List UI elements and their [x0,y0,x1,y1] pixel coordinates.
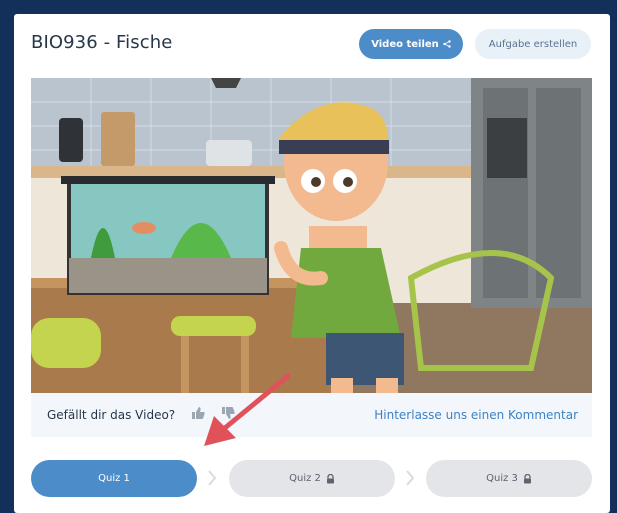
share-video-label: Video teilen [371,38,439,50]
like-question: Gefällt dir das Video? [47,408,176,422]
quiz-2-button[interactable]: Quiz 2 [229,460,395,497]
video-player[interactable] [31,78,592,393]
lock-icon [326,473,334,483]
quiz-1-label: Quiz 1 [98,473,130,484]
quiz-2-label: Quiz 2 [289,473,321,484]
quiz-3-button[interactable]: Quiz 3 [426,460,592,497]
lock-icon [523,473,531,483]
create-task-button[interactable]: Aufgabe erstellen [475,29,591,59]
share-icon [443,40,451,48]
video-thumbnail [31,78,592,393]
chevron-right-icon [406,470,415,486]
chevron-right-icon [208,470,217,486]
page-title: BIO936 - Fische [31,32,173,53]
annotation-arrow [204,373,291,446]
quiz-1-button[interactable]: Quiz 1 [31,460,197,497]
comment-link[interactable]: Hinterlasse uns einen Kommentar [374,408,578,422]
share-video-button[interactable]: Video teilen [359,29,463,59]
feedback-bar: Gefällt dir das Video? Hinterlasse uns e… [31,393,592,437]
quiz-3-label: Quiz 3 [486,473,518,484]
